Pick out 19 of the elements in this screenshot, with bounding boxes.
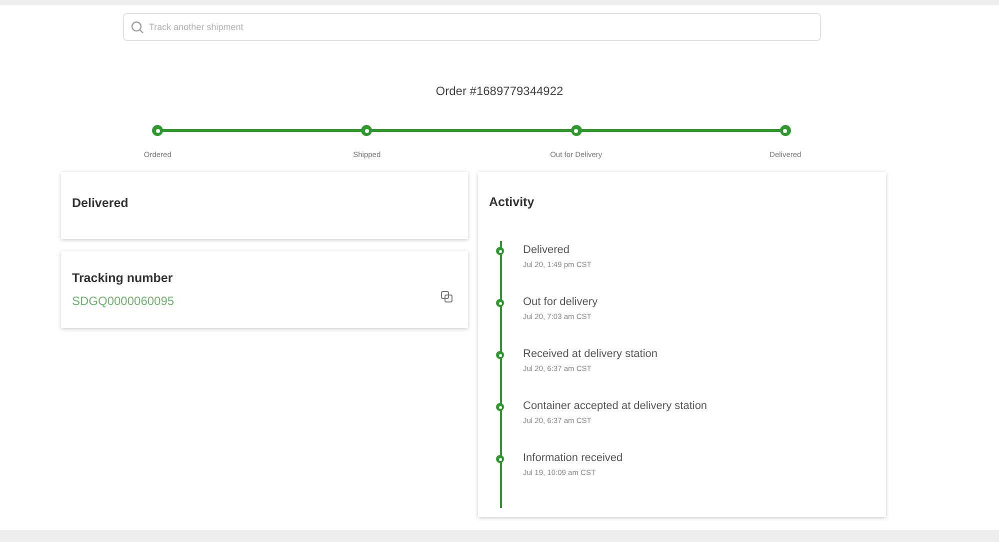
search-icon bbox=[131, 21, 144, 34]
timeline-dot bbox=[496, 351, 504, 360]
event-title: Delivered bbox=[523, 244, 570, 258]
tracking-number: SDGQ0000060095 bbox=[72, 293, 174, 310]
copy-icon bbox=[441, 291, 453, 304]
tracking-title: Tracking number bbox=[72, 270, 174, 288]
timeline-dot bbox=[496, 247, 504, 256]
status-title: Delivered bbox=[72, 196, 128, 210]
order-number: Order #1689779344922 bbox=[436, 84, 564, 98]
timeline-dot bbox=[496, 455, 504, 464]
event-title: Out for delivery bbox=[523, 296, 598, 310]
event-title: Information received bbox=[523, 452, 623, 466]
timeline-dot bbox=[496, 403, 504, 412]
activity-title: Activity bbox=[489, 195, 534, 210]
copy-button[interactable] bbox=[441, 291, 453, 304]
event-title: Container accepted at delivery station bbox=[523, 400, 708, 414]
search-field[interactable]: Track another shipment bbox=[123, 13, 821, 41]
event-title: Received at delivery station bbox=[523, 348, 658, 362]
timeline-dot bbox=[496, 299, 504, 308]
